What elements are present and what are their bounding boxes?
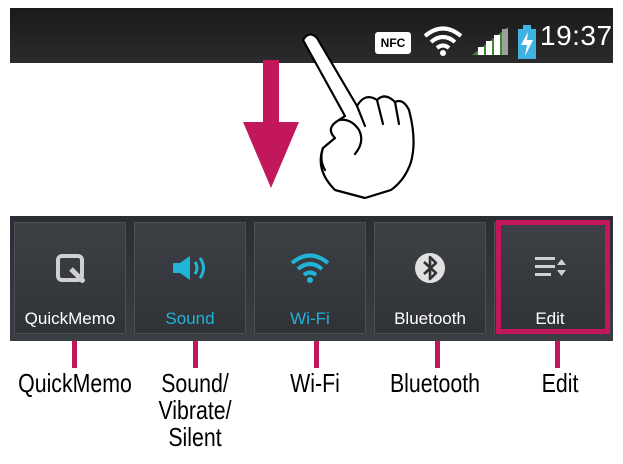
tile-label: QuickMemo: [24, 309, 116, 328]
tile-sound[interactable]: Sound: [134, 222, 246, 334]
down-arrow-icon: [243, 60, 299, 188]
quickmemo-icon: [56, 254, 85, 283]
caption-quickmemo: QuickMemo: [18, 368, 132, 398]
caption-bluetooth: Bluetooth: [389, 368, 481, 398]
bluetooth-icon: [415, 253, 445, 283]
tile-bluetooth[interactable]: Bluetooth: [374, 222, 486, 334]
tile-quickmemo[interactable]: QuickMemo: [14, 222, 126, 334]
tile-label: Sound: [165, 309, 215, 328]
callout-tick: [193, 341, 198, 368]
battery-charging-icon: [518, 25, 536, 59]
callout-tick: [72, 341, 77, 368]
tile-label: Wi-Fi: [290, 309, 330, 328]
swipe-hand-icon: [301, 33, 415, 200]
callout-tick: [555, 341, 560, 368]
wifi-icon: [290, 253, 330, 283]
tile-label: Bluetooth: [394, 309, 466, 328]
quick-settings-panel: QuickMemo Sound Wi-Fi Bluetooth Edit: [10, 216, 613, 341]
tile-wifi[interactable]: Wi-Fi: [254, 222, 366, 334]
caption-sound: Sound/ Vibrate/ Silent: [158, 368, 232, 452]
signal-icon: [472, 27, 508, 55]
callout-tick: [314, 341, 319, 368]
caption-edit: Edit: [541, 368, 579, 398]
sound-icon: [173, 256, 205, 280]
clock: 19:37: [540, 20, 613, 51]
wifi-icon: [423, 26, 463, 56]
caption-wifi: Wi-Fi: [290, 368, 340, 398]
callout-tick: [435, 341, 440, 368]
edit-highlight: [496, 220, 610, 334]
